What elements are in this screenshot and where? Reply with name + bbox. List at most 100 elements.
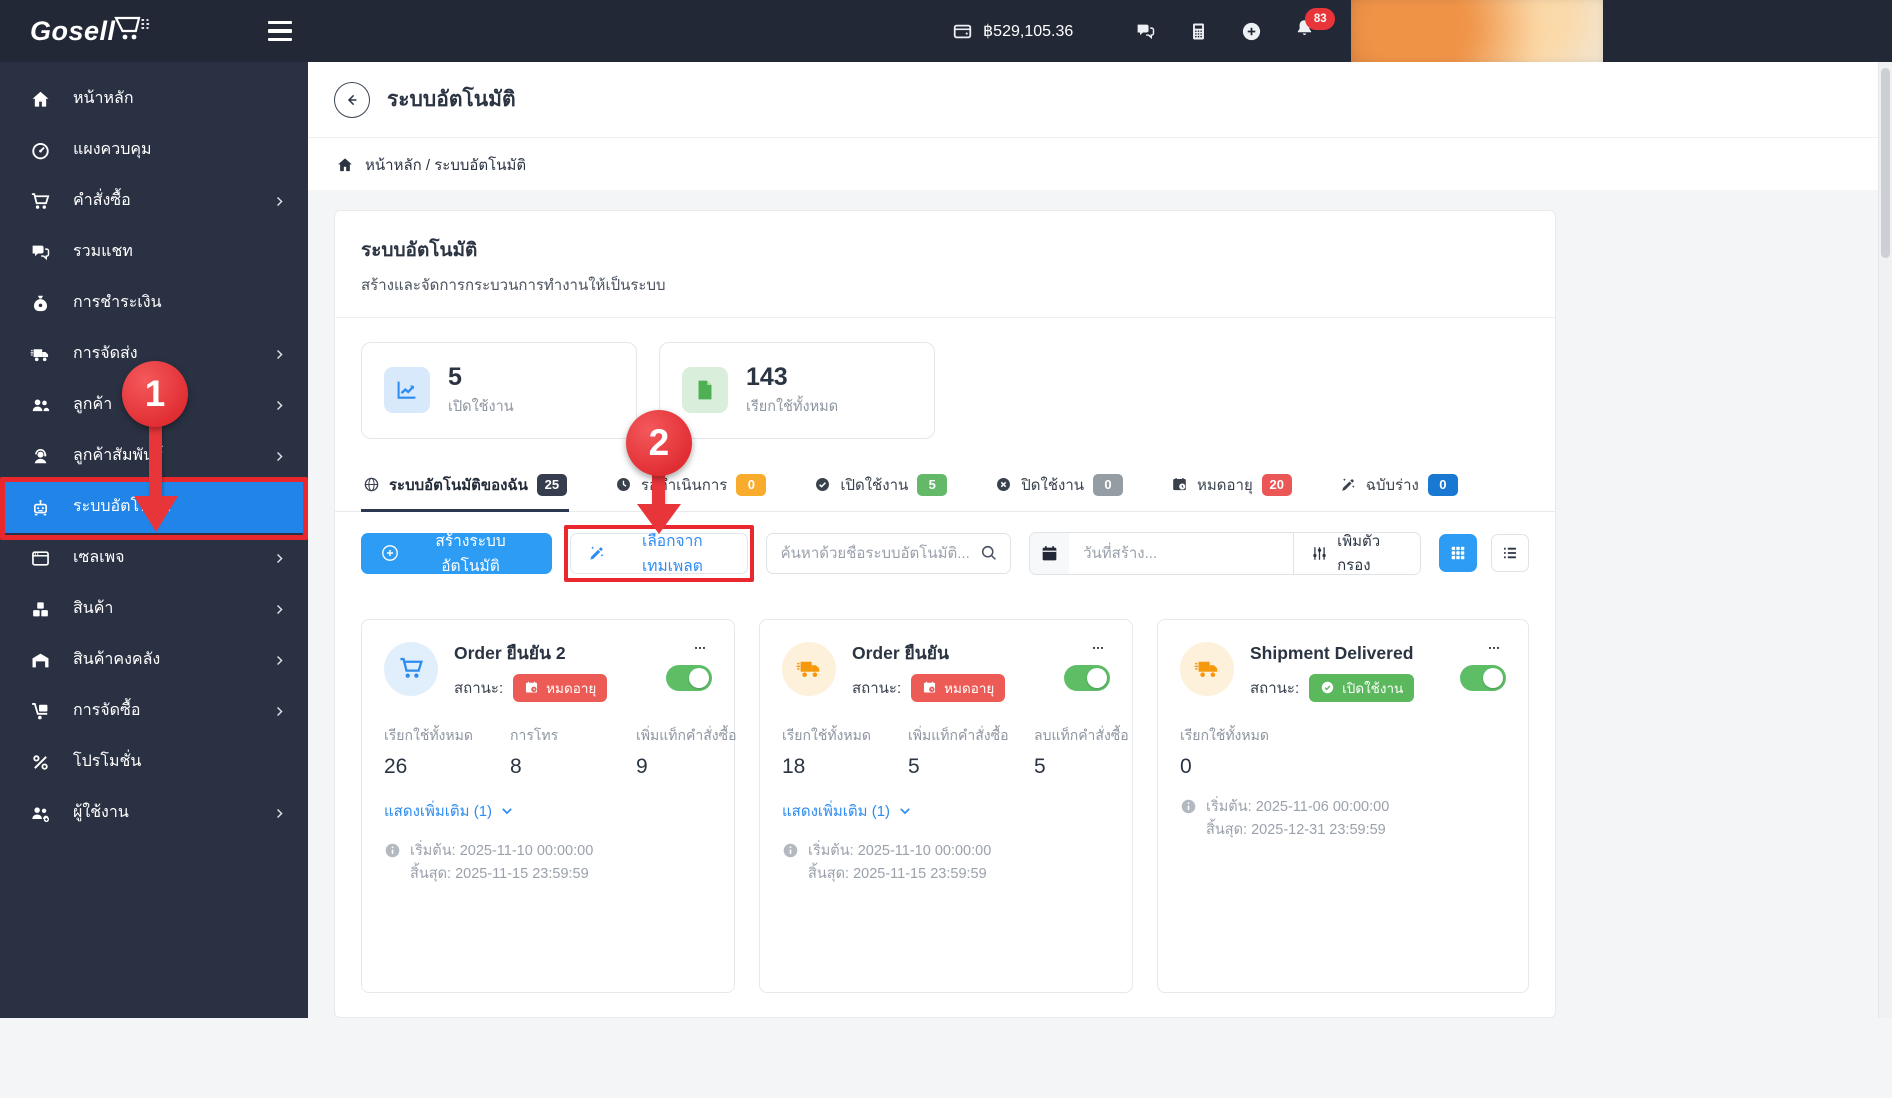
check-circle-icon <box>1320 680 1335 695</box>
tab-1[interactable]: ระบบอัตโนมัติของฉัน 25 <box>361 459 569 512</box>
sidebar-item-15[interactable]: ผู้ใช้งาน <box>0 788 308 839</box>
tabs: ระบบอัตโนมัติของฉัน 25 รอดำเนินการ 0 เปิ… <box>335 459 1555 512</box>
browser-icon <box>30 548 51 569</box>
sidebar-item-3[interactable]: คำสั่งซื้อ <box>0 176 308 227</box>
show-more-link[interactable]: แสดงเพิ่มเติม (1) <box>384 799 712 823</box>
calendar-button[interactable] <box>1029 532 1070 574</box>
chevron-down-icon <box>898 804 912 818</box>
chevron-right-icon <box>273 195 286 208</box>
scrollbar-thumb[interactable] <box>1881 68 1890 258</box>
grid-view-button[interactable] <box>1439 534 1477 573</box>
chevron-right-icon <box>273 450 286 463</box>
breadcrumb-text: หน้าหลัก / ระบบอัตโนมัติ <box>365 156 527 174</box>
card-toggle[interactable] <box>1064 664 1110 691</box>
chat-icon[interactable] <box>1135 21 1156 42</box>
gauge-icon <box>30 140 51 161</box>
sidebar-item-7[interactable]: ลูกค้า <box>0 380 308 431</box>
user-avatar[interactable] <box>1351 0 1604 62</box>
scrollbar[interactable] <box>1878 62 1892 1018</box>
tab-5[interactable]: หมดอายุ 20 <box>1169 459 1294 511</box>
brand-name: Gosell <box>30 15 116 46</box>
sidebar-item-5[interactable]: การชำระเงิน <box>0 278 308 329</box>
sidebar-item-6[interactable]: การจัดส่ง <box>0 329 308 380</box>
sidebar-item-12[interactable]: สินค้าคงคลัง <box>0 635 308 686</box>
chevron-down-icon <box>500 804 514 818</box>
card-status-label: สถานะ: <box>1250 679 1300 697</box>
sidebar-item-label: ผู้ใช้งาน <box>73 804 129 822</box>
page-title: ระบบอัตโนมัติ <box>387 88 516 111</box>
tab-label: ปิดใช้งาน <box>1021 476 1085 494</box>
card-menu-dots[interactable] <box>688 642 712 654</box>
sidebar-item-10[interactable]: เซลเพจ <box>0 533 308 584</box>
card-end-date: 2025-12-31 23:59:59 <box>1251 822 1386 839</box>
panel-subtitle: สร้างและจัดการกระบวนการทำงานให้เป็นระบบ <box>361 277 666 294</box>
usergroup-icon <box>30 803 51 824</box>
card-title: Shipment Delivered <box>1250 642 1414 663</box>
automation-card-2: Order ยืนยัน สถานะ: หมดอายุ เรียกใช้ทั้ง… <box>759 618 1133 993</box>
chat-icon <box>30 242 51 263</box>
sidebar-item-4[interactable]: รวมแชท <box>0 227 308 278</box>
agent-icon <box>30 446 51 467</box>
tab-label: ระบบอัตโนมัติของฉัน <box>389 476 528 494</box>
sidebar-item-11[interactable]: สินค้า <box>0 584 308 635</box>
sidebar-item-label: คำสั่งซื้อ <box>73 192 131 210</box>
main-panel: ระบบอัตโนมัติ สร้างและจัดการกระบวนการทำง… <box>334 210 1556 1018</box>
list-view-button[interactable] <box>1491 534 1529 573</box>
notifications[interactable]: 83 <box>1294 8 1336 44</box>
show-more-link[interactable]: แสดงเพิ่มเติม (1) <box>782 799 1110 823</box>
sidebar-item-2[interactable]: แผงควบคุม <box>0 125 308 176</box>
hamburger-icon[interactable] <box>268 21 292 41</box>
sidebar-item-13[interactable]: การจัดซื้อ <box>0 686 308 737</box>
brand-logo[interactable]: Gosell <box>30 16 154 47</box>
add-filter-button[interactable]: เพิ่มตัวกรอง <box>1293 532 1420 574</box>
calendar-icon <box>1040 544 1059 563</box>
card-end-date: 2025-11-15 23:59:59 <box>853 866 987 883</box>
create-automation-button[interactable]: สร้างระบบอัตโนมัติ <box>361 532 553 575</box>
tab-3[interactable]: เปิดใช้งาน 5 <box>812 459 949 511</box>
sidebar-item-label: ระบบอัตโนมัติ <box>73 498 171 516</box>
robot-icon <box>30 497 51 518</box>
sidebar-item-8[interactable]: ลูกค้าสัมพันธ์ <box>0 431 308 482</box>
tab-6[interactable]: ฉบับร่าง 0 <box>1338 459 1460 511</box>
chevron-right-icon <box>273 603 286 616</box>
toolbar: สร้างระบบอัตโนมัติ เลือกจากเทมเพลต 2 ค้น… <box>335 409 1555 595</box>
tab-count-badge: 5 <box>917 473 948 496</box>
breadcrumb[interactable]: หน้าหลัก / ระบบอัตโนมัติ <box>308 137 1892 191</box>
grid-icon <box>1449 544 1467 562</box>
card-menu-dots[interactable] <box>1086 642 1110 654</box>
search-icon[interactable] <box>980 544 998 562</box>
card-stats: เรียกใช้ทั้งหมด 18 เพิ่มแท็กคำสั่งซื้อ 5 ลบแ… <box>782 726 1129 780</box>
chevron-right-icon <box>273 552 286 565</box>
calculator-icon[interactable] <box>1188 21 1209 42</box>
back-button[interactable] <box>334 81 370 118</box>
card-toggle[interactable] <box>1460 664 1506 691</box>
status-badge: เปิดใช้งาน <box>1309 673 1415 702</box>
wallet-balance[interactable]: ฿529,105.36 <box>952 21 1073 42</box>
calclock-icon <box>1171 476 1188 493</box>
xcircle-icon <box>995 476 1012 493</box>
view-toggles <box>1439 534 1529 573</box>
warehouse-icon <box>30 650 51 671</box>
choose-template-button[interactable]: เลือกจากเทมเพลต <box>570 532 748 575</box>
sidebar-item-14[interactable]: โปรโมชั่น <box>0 737 308 788</box>
automation-card-1: Order ยืนยัน 2 สถานะ: หมดอายุ เรียกใช้ทั… <box>361 618 737 993</box>
card-stats: เรียกใช้ทั้งหมด 0 <box>1180 726 1506 780</box>
tab-label: รอดำเนินการ <box>640 476 728 494</box>
tab-2[interactable]: รอดำเนินการ 0 <box>613 459 768 511</box>
plus-circle-icon[interactable] <box>1241 21 1262 42</box>
search-input[interactable] <box>778 543 980 563</box>
percent-icon <box>30 752 51 773</box>
tab-4[interactable]: ปิดใช้งาน 0 <box>993 459 1125 511</box>
sidebar-item-9[interactable]: ระบบอัตโนมัติ <box>0 482 308 533</box>
chevron-right-icon <box>273 654 286 667</box>
home-icon <box>30 89 51 110</box>
file-icon <box>682 367 728 414</box>
card-menu-dots[interactable] <box>1482 642 1506 654</box>
date-input[interactable] <box>1069 532 1294 574</box>
sidebar-item-1[interactable]: หน้าหลัก <box>0 74 308 125</box>
panel-header: ระบบอัตโนมัติ สร้างและจัดการกระบวนการทำง… <box>335 211 1555 318</box>
card-toggle[interactable] <box>666 664 712 691</box>
home-icon <box>336 156 354 174</box>
stat-label: เรียกใช้ทั้งหมด <box>746 398 839 415</box>
sidebar-item-label: เซลเพจ <box>73 549 125 567</box>
